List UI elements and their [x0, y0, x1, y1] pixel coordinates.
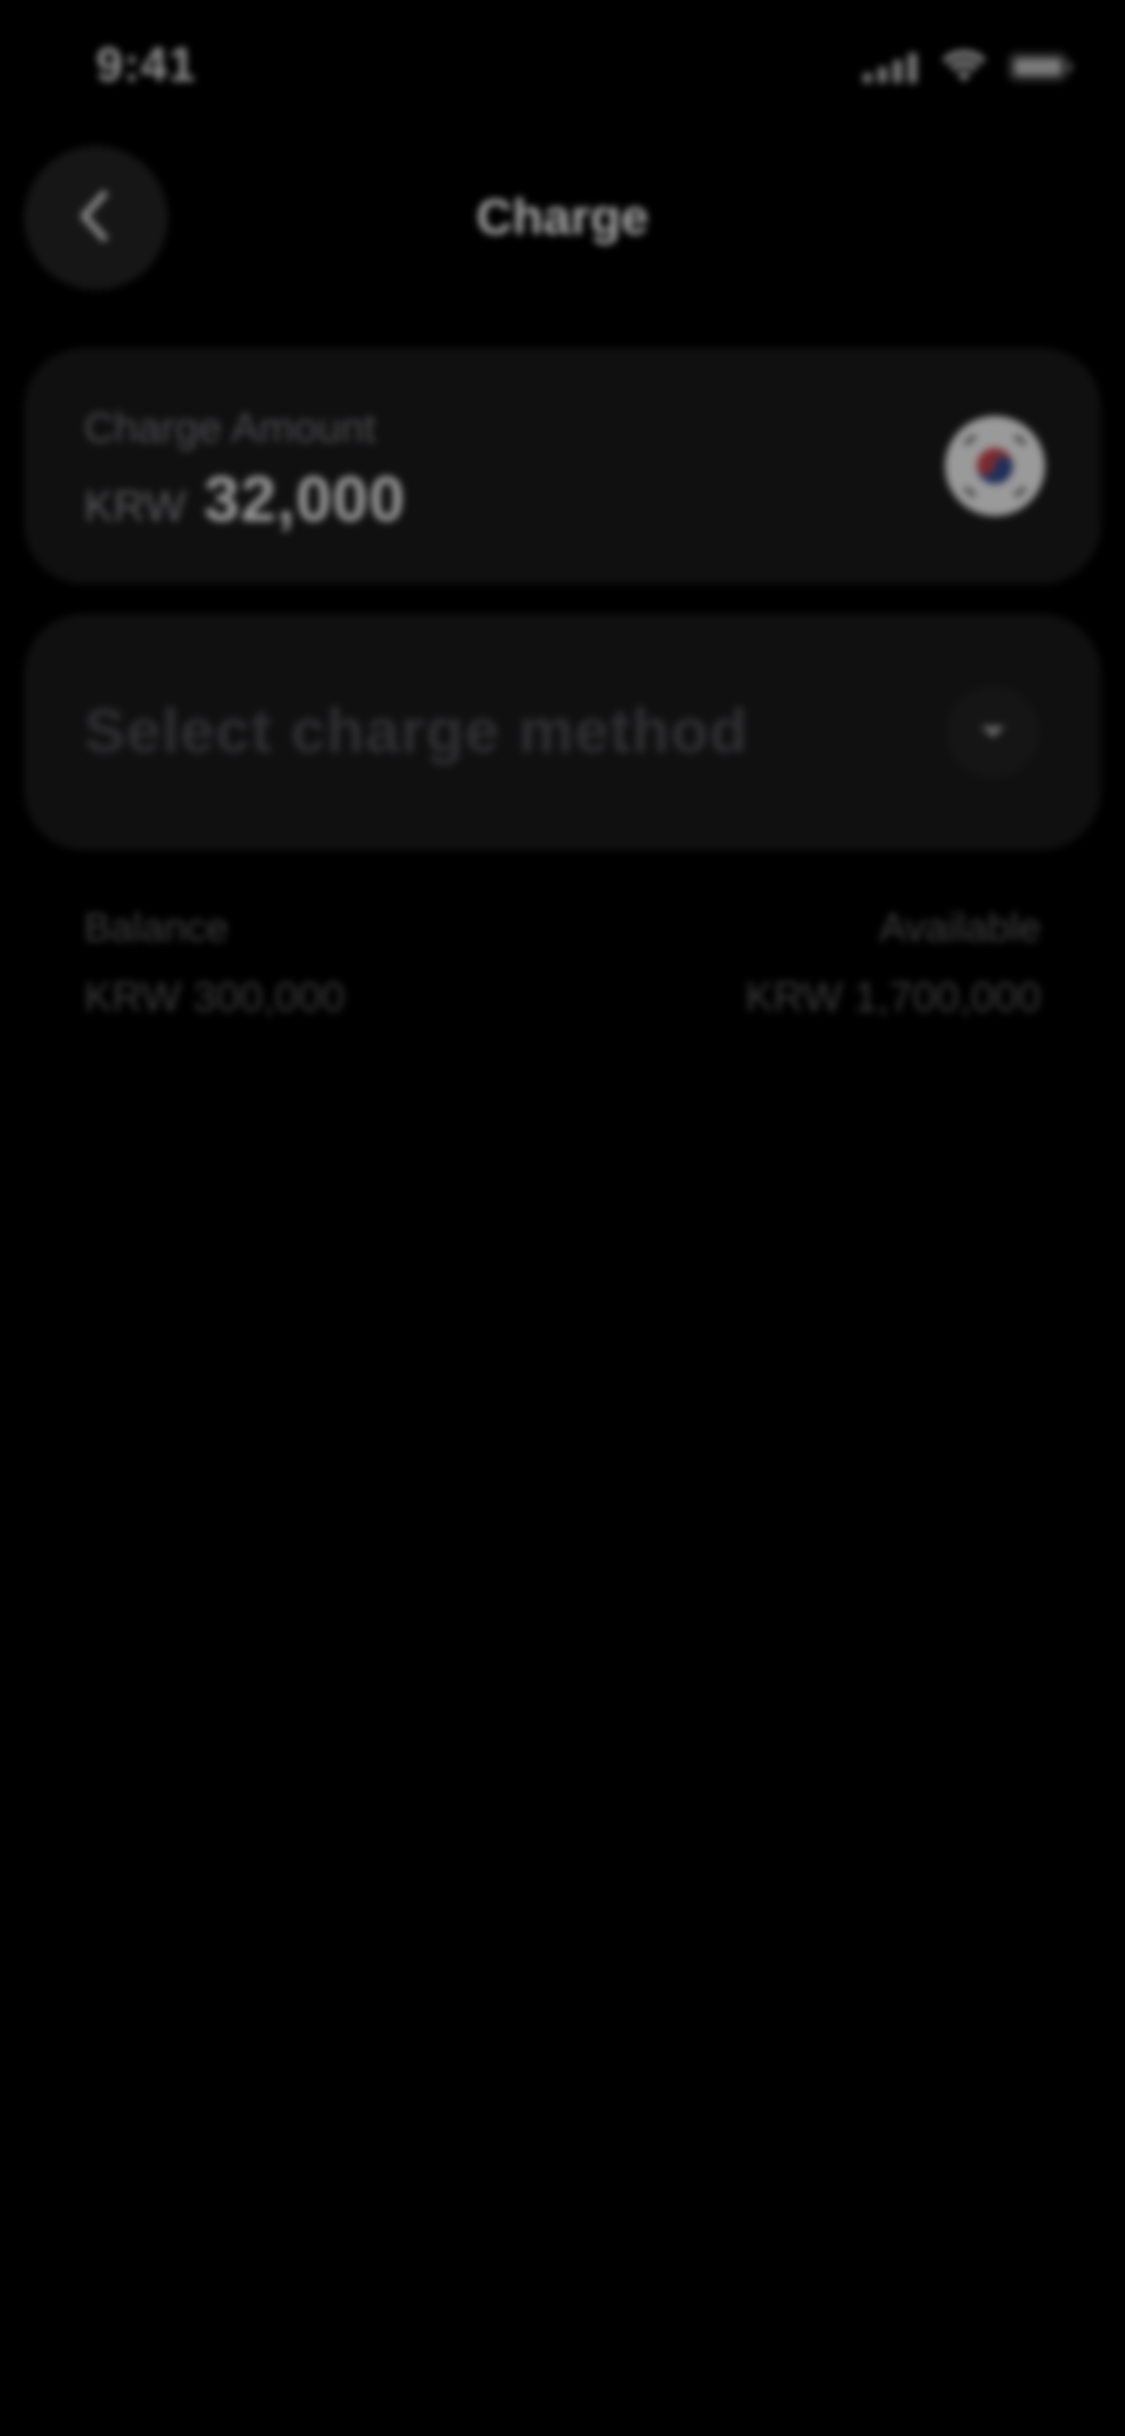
balance-value: KRW 300,000 — [84, 973, 345, 1020]
balance-info: Balance KRW 300,000 — [84, 906, 345, 1021]
available-value: KRW 1,700,000 — [745, 973, 1041, 1020]
charge-screen: 9:41 Charge Charge Amount KRW 32,000 Sel… — [0, 0, 1125, 2436]
wifi-icon — [941, 50, 987, 84]
charge-amount-row: KRW 32,000 — [84, 462, 406, 536]
page-title: Charge — [476, 189, 649, 245]
status-icons — [863, 50, 1073, 84]
charge-amount-card[interactable]: Charge Amount KRW 32,000 — [24, 348, 1101, 584]
cellular-signal-icon — [863, 51, 919, 83]
caret-down-icon[interactable] — [947, 686, 1039, 778]
charge-method-select[interactable]: Select charge method — [24, 614, 1101, 850]
charge-method-placeholder: Select charge method — [84, 697, 749, 766]
available-label: Available — [879, 906, 1041, 950]
charge-amount-label: Charge Amount — [84, 404, 376, 451]
battery-icon — [1009, 52, 1073, 82]
charge-amount-currency: KRW — [84, 482, 186, 531]
south-korea-flag-icon[interactable] — [945, 416, 1045, 516]
charge-amount-value[interactable]: 32,000 — [204, 462, 406, 536]
status-bar: 9:41 — [0, 0, 1125, 132]
balance-label: Balance — [84, 906, 229, 950]
available-info: Available KRW 1,700,000 — [745, 906, 1041, 1021]
status-time: 9:41 — [96, 39, 197, 92]
